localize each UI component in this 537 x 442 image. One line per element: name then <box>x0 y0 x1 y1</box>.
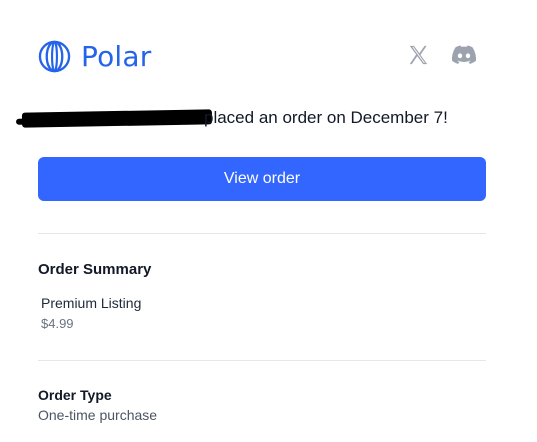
brand-name: Polar <box>81 39 152 73</box>
order-summary-title: Order Summary <box>38 261 152 278</box>
view-order-button[interactable]: View order <box>38 157 486 201</box>
divider <box>38 360 486 361</box>
redacted-customer-name <box>21 109 213 128</box>
x-icon[interactable] <box>407 44 429 66</box>
order-type-title: Order Type <box>38 387 112 403</box>
social-links <box>407 44 476 66</box>
line-item-name: Premium Listing <box>41 295 142 311</box>
divider <box>38 233 486 234</box>
email-header: Polar <box>38 38 486 74</box>
line-item-price: $4.99 <box>41 316 74 331</box>
order-type-value: One-time purchase <box>38 407 158 423</box>
discord-icon[interactable] <box>452 45 476 65</box>
headline-text: placed an order on December 7! <box>204 108 448 127</box>
polar-logo-icon <box>38 40 71 72</box>
polar-logo[interactable]: Polar <box>38 38 151 74</box>
